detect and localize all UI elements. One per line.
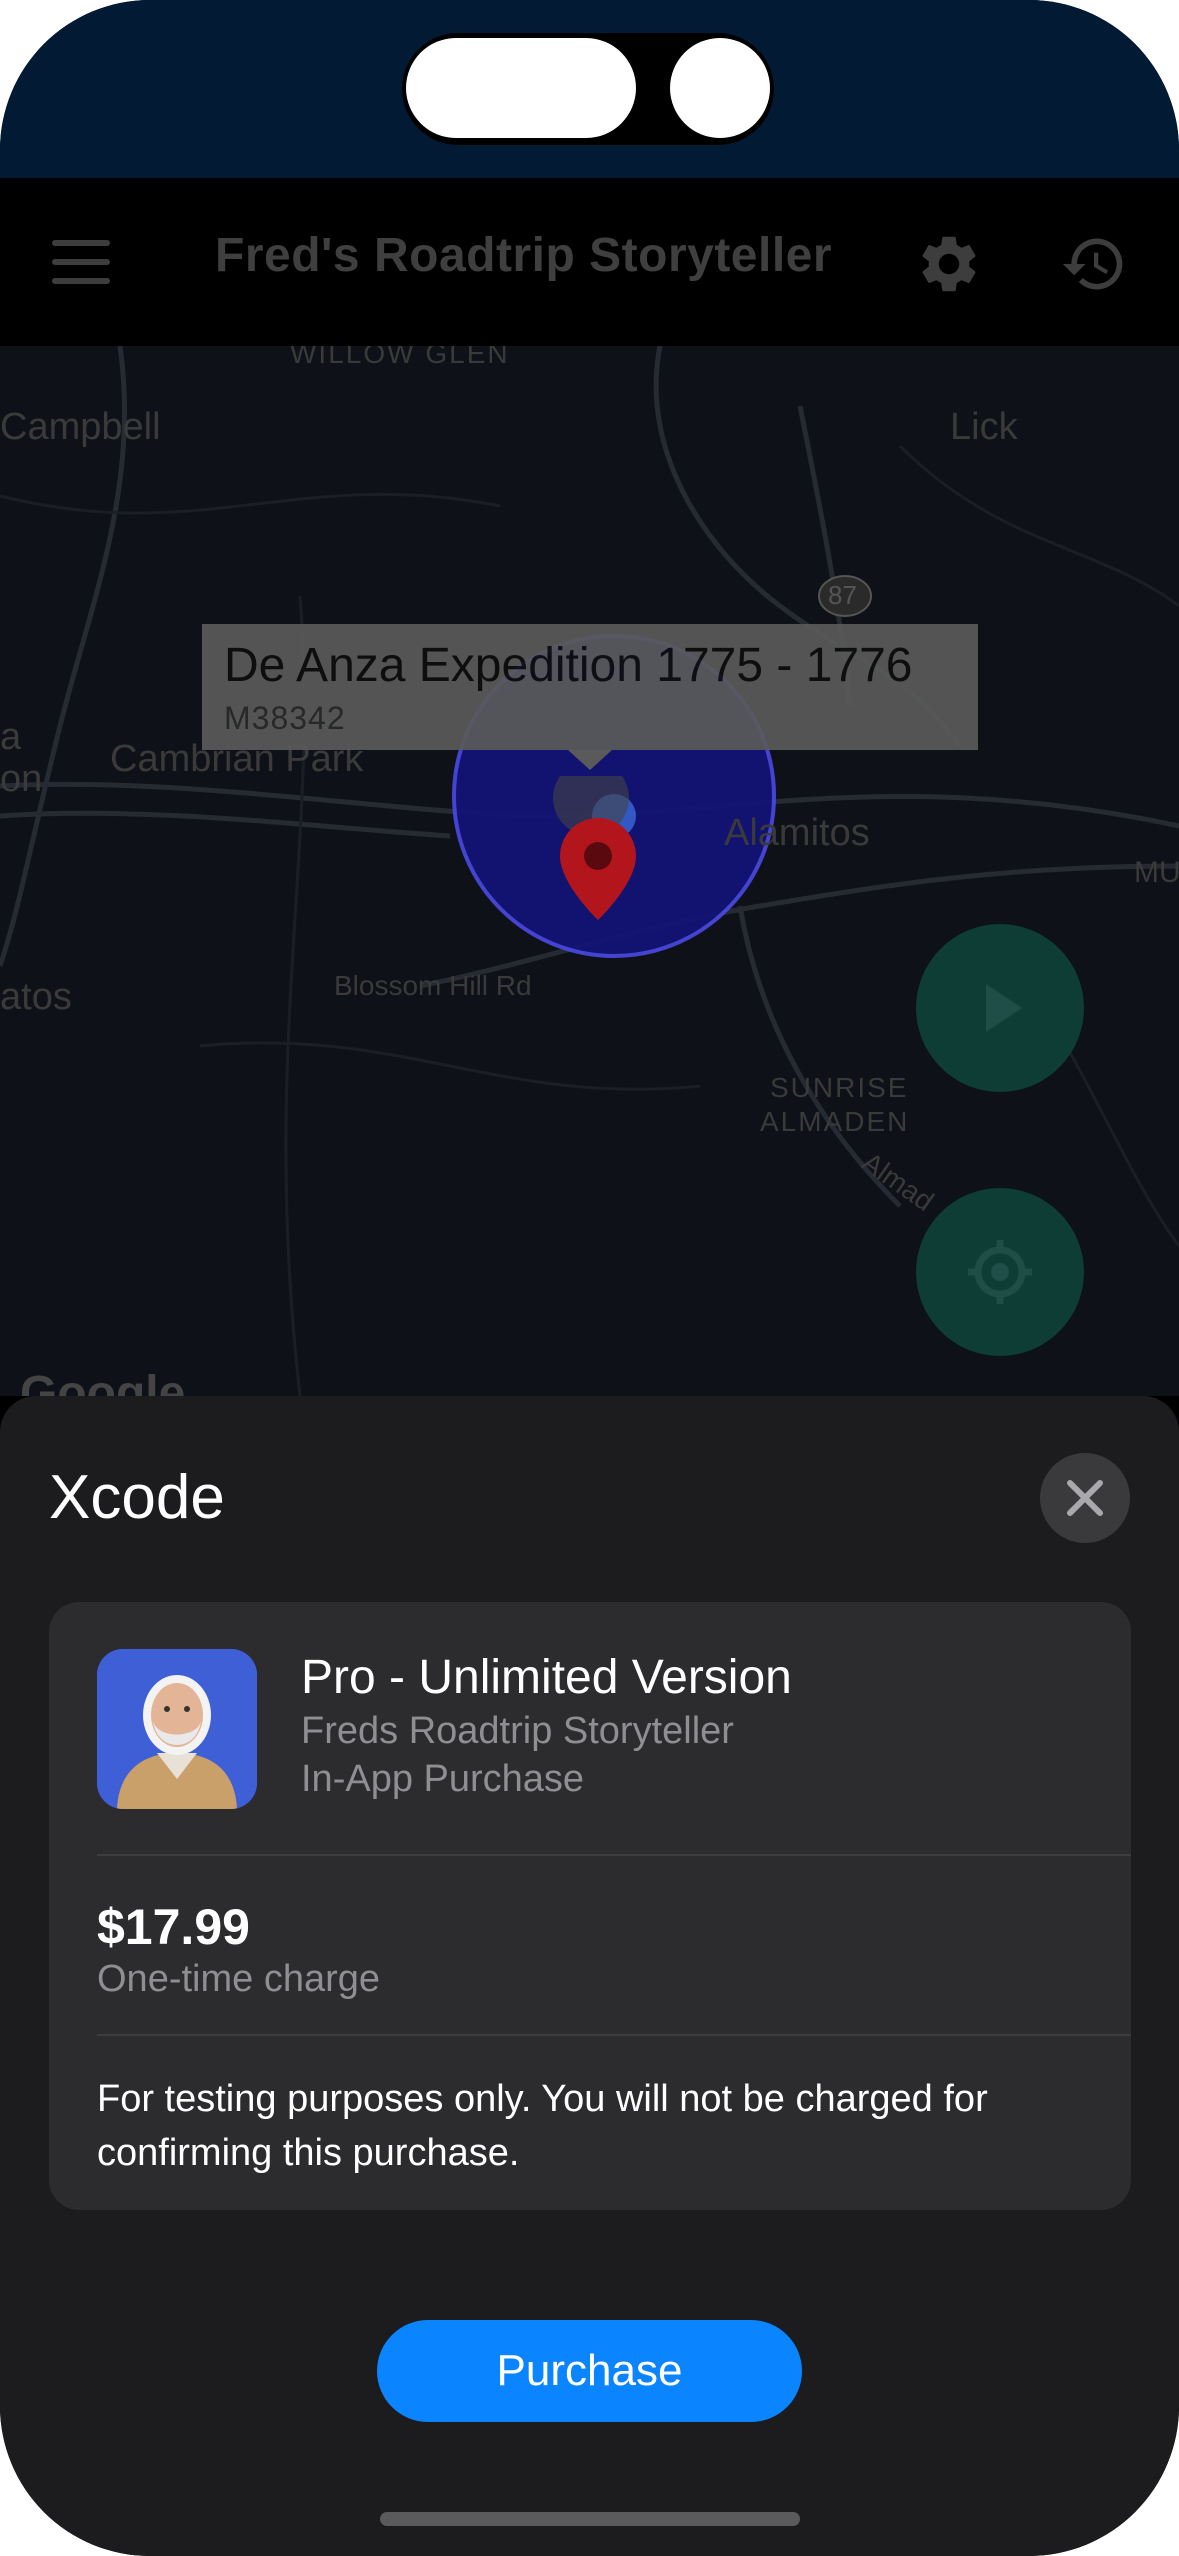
map-label: a bbox=[0, 716, 22, 758]
product-card: Pro - Unlimited Version Freds Roadtrip S… bbox=[49, 1602, 1131, 2210]
map-label: atos bbox=[0, 976, 72, 1018]
product-type: In-App Purchase bbox=[301, 1758, 585, 1800]
callout-pointer bbox=[568, 750, 612, 770]
home-indicator[interactable] bbox=[380, 2512, 800, 2526]
map-label: on bbox=[0, 758, 43, 800]
island-pill-right bbox=[670, 38, 770, 138]
charge-note: One-time charge bbox=[97, 1958, 381, 2000]
dynamic-island bbox=[402, 33, 774, 145]
price: $17.99 bbox=[97, 1899, 250, 1955]
my-location-button[interactable] bbox=[916, 1188, 1084, 1356]
play-icon bbox=[986, 984, 1022, 1032]
map-marker-icon[interactable] bbox=[550, 776, 650, 956]
divider bbox=[97, 1854, 1131, 1856]
map-label: Alamitos bbox=[724, 812, 870, 854]
map-label: Lick bbox=[950, 406, 1018, 448]
portrait-icon bbox=[97, 1649, 257, 1809]
divider bbox=[97, 2034, 1131, 2036]
history-icon[interactable] bbox=[1058, 230, 1130, 298]
play-button[interactable] bbox=[916, 924, 1084, 1092]
map-label: SUNRISE bbox=[770, 1072, 909, 1103]
sheet-title: Xcode bbox=[49, 1463, 225, 1532]
map-label: Blossom Hill Rd bbox=[334, 970, 532, 1001]
settings-gear-icon[interactable] bbox=[915, 230, 983, 298]
google-attribution: Google bbox=[20, 1367, 186, 1396]
map-label: Campbell bbox=[0, 406, 161, 448]
route-number: 87 bbox=[828, 580, 857, 610]
marker-callout[interactable]: De Anza Expedition 1775 - 1776 M38342 bbox=[202, 624, 978, 750]
map-label: ALMADEN bbox=[760, 1106, 910, 1137]
purchase-sheet: Xcode Pro - Unlimited Version Freds Road… bbox=[0, 1396, 1179, 2556]
menu-icon[interactable] bbox=[52, 240, 110, 284]
product-name: Pro - Unlimited Version bbox=[301, 1651, 792, 1704]
callout-title: De Anza Expedition 1775 - 1776 bbox=[224, 639, 913, 692]
close-button[interactable] bbox=[1040, 1453, 1130, 1543]
map-label: MU bbox=[1134, 856, 1179, 889]
app-icon bbox=[97, 1649, 257, 1809]
close-icon bbox=[1067, 1480, 1103, 1516]
purchase-button[interactable]: Purchase bbox=[377, 2320, 802, 2422]
callout-subtitle: M38342 bbox=[224, 700, 346, 736]
status-bar bbox=[0, 0, 1179, 178]
device-frame: Fred's Roadtrip Storyteller WILLOW GLEN … bbox=[0, 0, 1179, 2556]
map-label: WILLOW GLEN bbox=[290, 346, 510, 369]
product-app-name: Freds Roadtrip Storyteller bbox=[301, 1710, 734, 1752]
my-location-icon bbox=[968, 1240, 1032, 1304]
app-bar: Fred's Roadtrip Storyteller bbox=[0, 178, 1179, 346]
map-view[interactable]: WILLOW GLEN Campbell Lick 87 Cambrian Pa… bbox=[0, 346, 1179, 1396]
app-title: Fred's Roadtrip Storyteller bbox=[215, 229, 833, 282]
island-pill-left bbox=[406, 38, 636, 138]
testing-notice: For testing purposes only. You will not … bbox=[97, 2078, 988, 2174]
